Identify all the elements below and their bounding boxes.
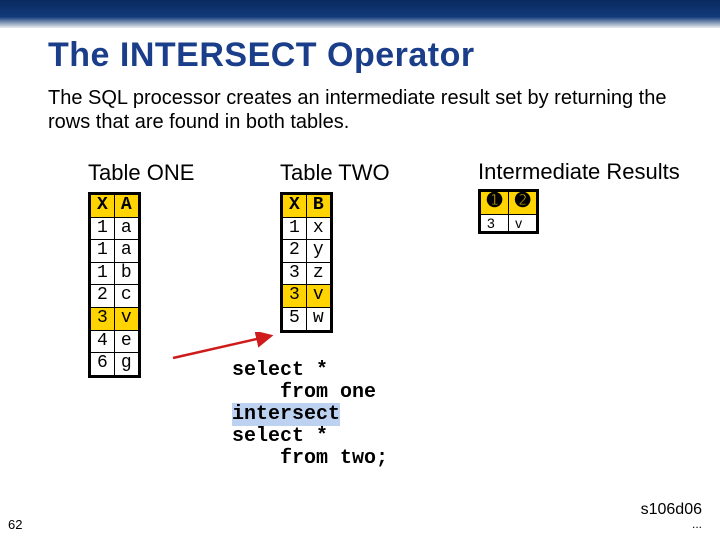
page-number: 62 [8, 517, 22, 532]
table-cell: v [114, 307, 139, 330]
th: X [90, 194, 115, 218]
table-row: 5w [282, 307, 332, 331]
table-cell: e [114, 330, 139, 353]
table-cell: 5 [282, 307, 307, 331]
table-cell: w [306, 307, 331, 331]
table-row: 1a [90, 240, 140, 263]
table-one: X A 1a1a1b2c3v4e6g [88, 192, 141, 378]
table-cell: 3 [282, 262, 307, 285]
table-cell: v [509, 214, 538, 233]
table-two-block: Table TWO X B 1x2y3z3v5w [280, 160, 390, 333]
table-body: 3v [480, 214, 538, 233]
table-cell: x [306, 217, 331, 240]
intermediate-table: ➊ ➋ 3v [478, 189, 539, 234]
table-cell: 2 [90, 285, 115, 308]
table-header-row: ➊ ➋ [480, 191, 538, 215]
table-row: 1x [282, 217, 332, 240]
table-cell: 3 [480, 214, 509, 233]
table-row: 3z [282, 262, 332, 285]
th: X [282, 194, 307, 218]
sql-line: from one [232, 382, 388, 404]
table-header-row: X B [282, 194, 332, 218]
table-cell: 4 [90, 330, 115, 353]
table-cell: y [306, 240, 331, 263]
table-cell: a [114, 240, 139, 263]
intermediate-block: Intermediate Results ➊ ➋ 3v [478, 160, 680, 234]
th: ➋ [509, 191, 538, 215]
table-cell: g [114, 353, 139, 377]
sql-code: select * from oneintersectselect * from … [232, 360, 388, 470]
table-cell: 2 [282, 240, 307, 263]
table-body: 1a1a1b2c3v4e6g [90, 217, 140, 376]
th: A [114, 194, 139, 218]
table-cell: 1 [90, 262, 115, 285]
slide-subtitle: The SQL processor creates an intermediat… [48, 86, 680, 134]
table-two-label: Table TWO [280, 160, 390, 186]
table-cell: v [306, 285, 331, 308]
table-row: 3v [480, 214, 538, 233]
table-one-block: Table ONE X A 1a1a1b2c3v4e6g [88, 160, 194, 378]
table-row: 2c [90, 285, 140, 308]
table-row: 1b [90, 262, 140, 285]
table-header-row: X A [90, 194, 140, 218]
table-cell: a [114, 217, 139, 240]
table-body: 1x2y3z3v5w [282, 217, 332, 331]
table-cell: b [114, 262, 139, 285]
table-cell: c [114, 285, 139, 308]
th: ➊ [480, 191, 509, 215]
table-row: 3v [282, 285, 332, 308]
slide-title: The INTERSECT Operator [48, 36, 475, 75]
table-cell: 1 [90, 217, 115, 240]
intermediate-label: Intermediate Results [478, 160, 680, 183]
sql-line: from two; [232, 448, 388, 470]
table-cell: 3 [90, 307, 115, 330]
table-row: 3v [90, 307, 140, 330]
table-cell: z [306, 262, 331, 285]
table-one-label: Table ONE [88, 160, 194, 186]
table-cell: 1 [282, 217, 307, 240]
table-two: X B 1x2y3z3v5w [280, 192, 333, 333]
slide-ref: s106d06 ... [641, 502, 702, 530]
th: B [306, 194, 331, 218]
table-row: 2y [282, 240, 332, 263]
table-row: 1a [90, 217, 140, 240]
table-row: 6g [90, 353, 140, 377]
table-cell: 6 [90, 353, 115, 377]
slide-header-bar [0, 0, 720, 28]
table-cell: 1 [90, 240, 115, 263]
table-cell: 3 [282, 285, 307, 308]
sql-line: intersect [232, 404, 388, 426]
slide-ref-dots: ... [641, 518, 702, 530]
slide-ref-code: s106d06 [641, 501, 702, 518]
sql-line: select * [232, 426, 388, 448]
sql-line: select * [232, 360, 388, 382]
table-row: 4e [90, 330, 140, 353]
